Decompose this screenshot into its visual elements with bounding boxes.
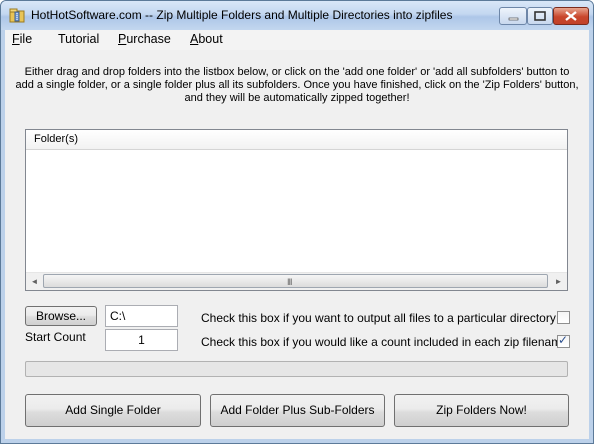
minimize-button[interactable] — [499, 7, 527, 25]
scroll-thumb[interactable]: III — [43, 274, 548, 288]
app-window: HotHotSoftware.com -- Zip Multiple Folde… — [0, 0, 594, 444]
zip-folder-icon — [9, 8, 25, 23]
scroll-grip: III — [287, 277, 292, 287]
count-checkbox[interactable]: ✓ — [557, 333, 570, 348]
progress-bar — [25, 361, 568, 377]
title-bar[interactable]: HotHotSoftware.com -- Zip Multiple Folde… — [1, 1, 593, 30]
browse-button[interactable]: Browse... — [25, 306, 97, 326]
menu-bar: File Tutorial Purchase About — [5, 30, 589, 51]
close-button[interactable] — [553, 7, 589, 25]
maximize-icon — [534, 11, 546, 21]
add-folder-sub-folders-button[interactable]: Add Folder Plus Sub-Folders — [210, 394, 385, 427]
menu-about[interactable]: About — [190, 32, 223, 46]
output-path-input[interactable]: C:\ — [105, 305, 178, 327]
output-dir-label: Check this box if you want to output all… — [201, 311, 556, 325]
scroll-right-icon[interactable]: ► — [550, 273, 567, 290]
maximize-button[interactable] — [527, 7, 553, 25]
count-label: Check this box if you would like a count… — [201, 335, 568, 349]
start-count-input[interactable]: 1 — [105, 329, 178, 351]
zip-folders-now-button[interactable]: Zip Folders Now! — [394, 394, 569, 427]
menu-tutorial[interactable]: Tutorial — [58, 32, 99, 46]
add-single-folder-button[interactable]: Add Single Folder — [25, 394, 201, 427]
folders-column-header[interactable]: Folder(s) — [26, 130, 567, 150]
menu-purchase[interactable]: Purchase — [118, 32, 171, 46]
close-icon — [565, 11, 577, 21]
folder-listbox[interactable]: Folder(s) ◄ III ► — [25, 129, 568, 291]
horizontal-scrollbar[interactable]: ◄ III ► — [26, 272, 567, 290]
window-title: HotHotSoftware.com -- Zip Multiple Folde… — [31, 8, 453, 22]
instructions-text: Either drag and drop folders into the li… — [15, 66, 579, 104]
client-area: Either drag and drop folders into the li… — [5, 50, 589, 439]
minimize-icon — [508, 17, 519, 21]
output-dir-checkbox[interactable] — [557, 311, 570, 324]
scroll-left-icon[interactable]: ◄ — [26, 273, 43, 290]
start-count-label: Start Count — [25, 330, 86, 344]
menu-file[interactable]: File — [12, 32, 32, 46]
checkmark-icon: ✓ — [558, 333, 569, 347]
